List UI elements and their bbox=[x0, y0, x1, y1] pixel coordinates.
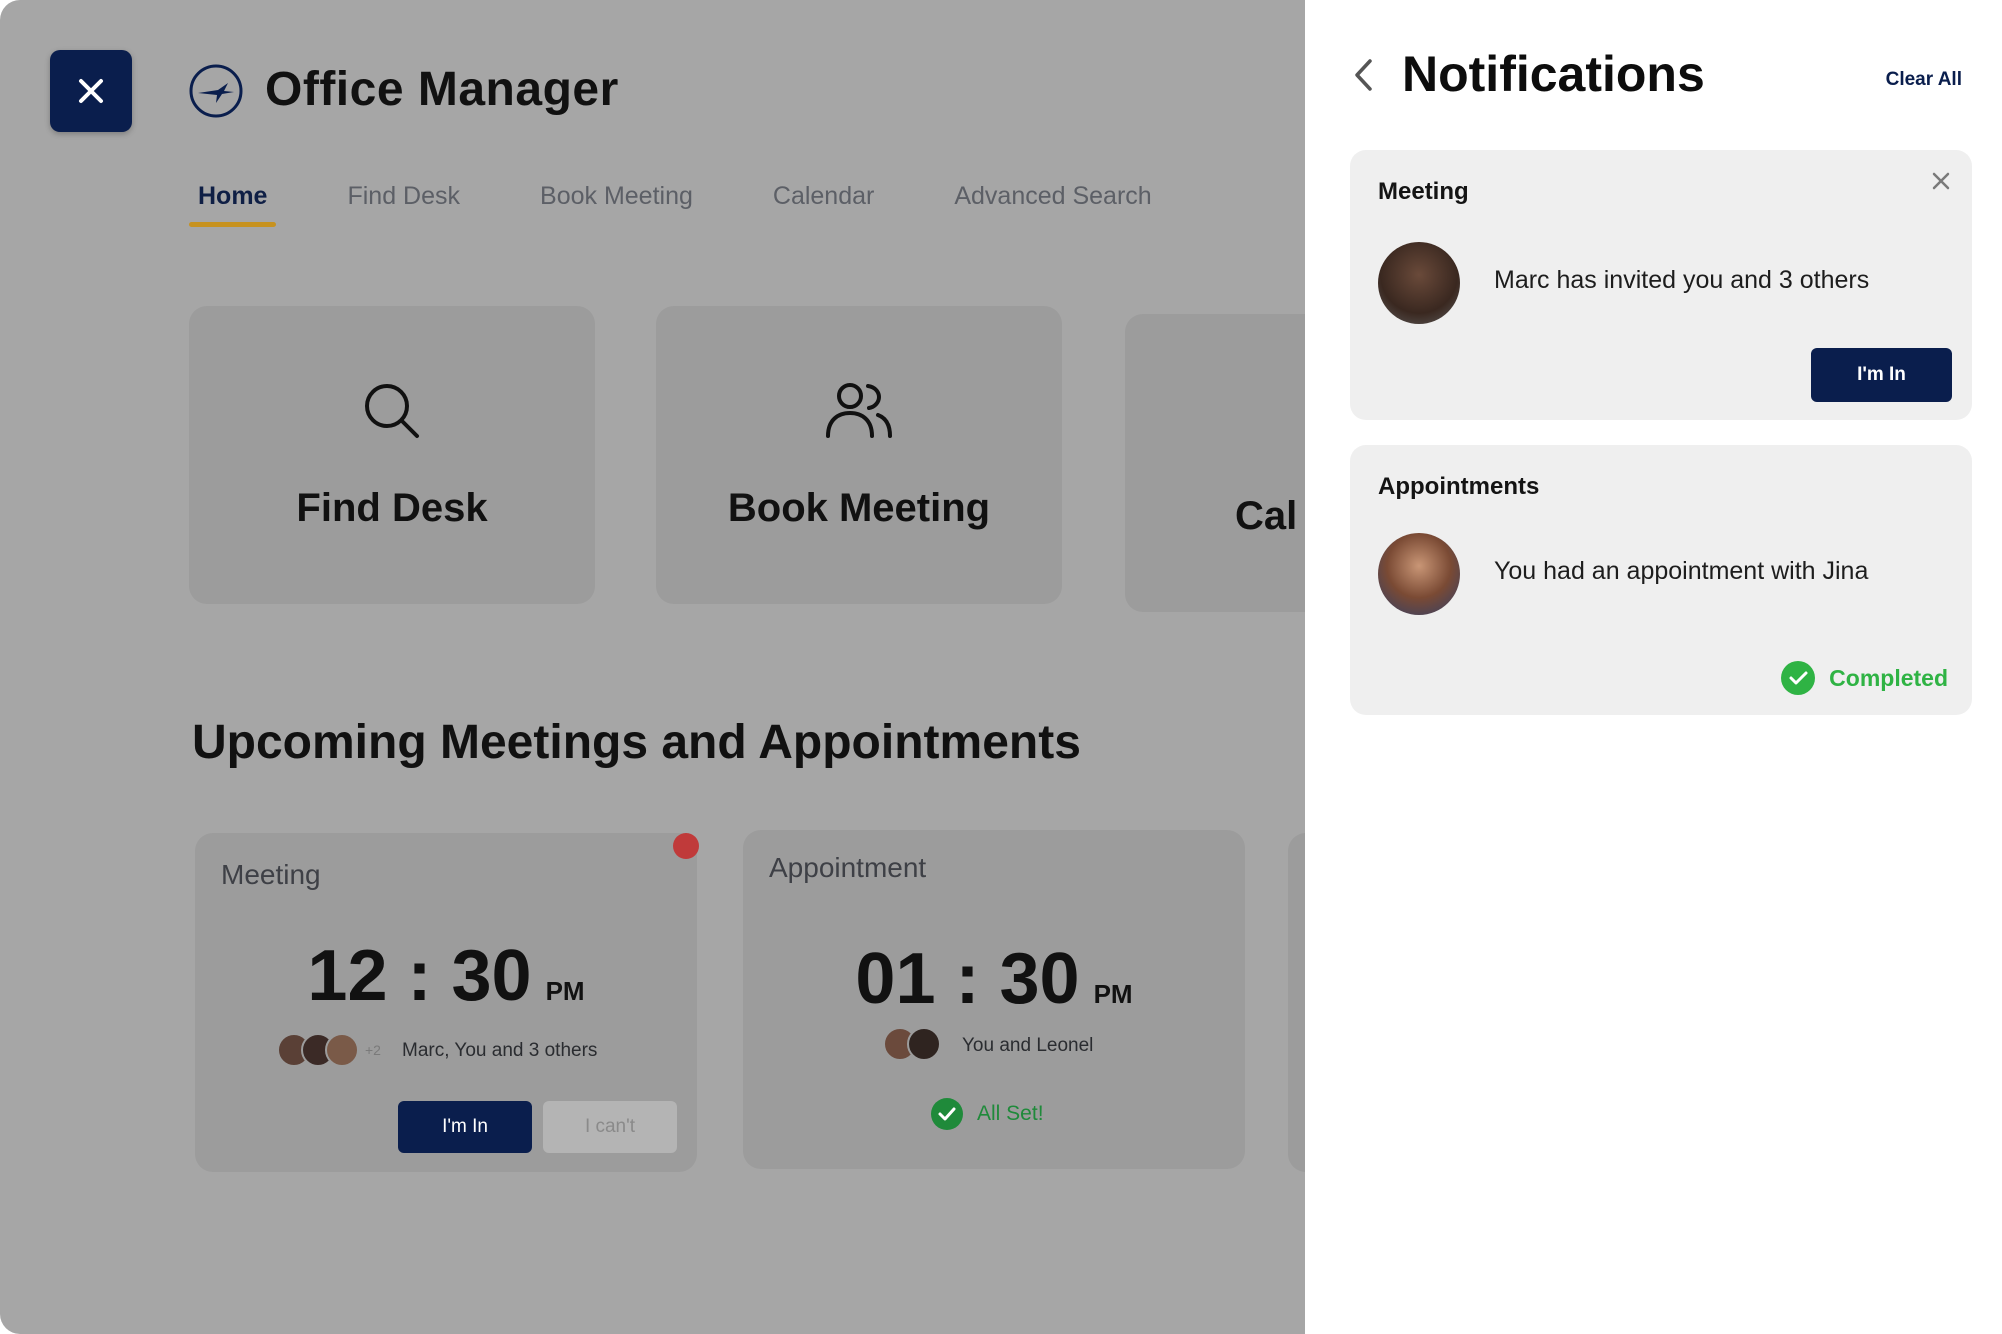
tab-home[interactable]: Home bbox=[189, 182, 277, 227]
next-card-peek bbox=[1288, 833, 1305, 1172]
meeting-time: 12 : 30 PM bbox=[195, 935, 697, 1017]
time-ampm: PM bbox=[1093, 979, 1133, 1009]
section-title: Upcoming Meetings and Appointments bbox=[192, 716, 1081, 769]
status-label: All Set! bbox=[977, 1102, 1044, 1125]
main-nav: Home Find Desk Book Meeting Calendar Adv… bbox=[189, 182, 1223, 227]
status-label: Completed bbox=[1829, 664, 1948, 691]
avatar bbox=[1378, 242, 1460, 324]
unread-indicator bbox=[673, 833, 699, 859]
notification-text: Marc has invited you and 3 others bbox=[1494, 266, 1870, 294]
check-circle-icon bbox=[1781, 661, 1816, 695]
dimmed-app-background: Office Manager Home Find Desk Book Meeti… bbox=[0, 0, 1305, 1334]
participant-avatars bbox=[883, 1027, 941, 1061]
tile-label: Cal bbox=[1235, 494, 1298, 538]
card-type: Appointment bbox=[769, 852, 927, 883]
participants-text: You and Leonel bbox=[962, 1035, 1094, 1056]
find-desk-tile[interactable]: Find Desk bbox=[189, 306, 595, 604]
tile-label: Find Desk bbox=[296, 486, 488, 530]
time-value: 12 : 30 bbox=[307, 936, 532, 1016]
notifications-panel: Notifications Clear All Meeting Marc has… bbox=[1305, 0, 2002, 1334]
check-circle-icon bbox=[931, 1098, 963, 1130]
participant-avatars: +2 bbox=[277, 1033, 381, 1067]
im-in-button[interactable]: I'm In bbox=[1811, 348, 1952, 402]
close-icon[interactable] bbox=[1932, 172, 1950, 190]
avatar bbox=[907, 1027, 941, 1061]
avatar bbox=[325, 1033, 359, 1067]
close-overlay-button[interactable] bbox=[50, 50, 132, 132]
im-in-button[interactable]: I'm In bbox=[398, 1101, 532, 1153]
time-value: 01 : 30 bbox=[855, 939, 1080, 1019]
chevron-left-icon[interactable] bbox=[1352, 57, 1374, 93]
panel-title: Notifications bbox=[1402, 46, 1705, 102]
app-title: Office Manager bbox=[265, 63, 619, 116]
tab-book-meeting[interactable]: Book Meeting bbox=[531, 182, 702, 221]
tab-advanced-search[interactable]: Advanced Search bbox=[945, 182, 1160, 221]
i-cant-button[interactable]: I can't bbox=[543, 1101, 677, 1153]
notification-appointment: Appointments You had an appointment with… bbox=[1350, 445, 1972, 715]
avatar bbox=[1378, 533, 1460, 615]
notification-meeting: Meeting Marc has invited you and 3 other… bbox=[1350, 150, 1972, 420]
notification-title: Appointments bbox=[1378, 473, 1540, 500]
book-meeting-tile[interactable]: Book Meeting bbox=[656, 306, 1062, 604]
time-ampm: PM bbox=[545, 976, 585, 1006]
appointment-time: 01 : 30 PM bbox=[743, 938, 1245, 1020]
notification-text: You had an appointment with Jina bbox=[1494, 557, 1869, 585]
search-icon bbox=[365, 384, 419, 438]
calendar-tile[interactable]: Cal bbox=[1125, 314, 1305, 612]
tab-calendar[interactable]: Calendar bbox=[764, 182, 883, 221]
crane-logo-icon bbox=[189, 64, 243, 118]
users-icon bbox=[826, 383, 892, 438]
notification-status: Completed bbox=[1781, 661, 1948, 695]
meeting-card: Meeting 12 : 30 PM +2 Marc, You and 3 oth… bbox=[195, 833, 697, 1172]
participants-text: Marc, You and 3 others bbox=[402, 1040, 598, 1061]
notification-title: Meeting bbox=[1378, 178, 1469, 205]
extra-participants-count: +2 bbox=[365, 1042, 381, 1058]
clear-all-link[interactable]: Clear All bbox=[1886, 69, 1962, 91]
card-type: Meeting bbox=[221, 859, 321, 890]
close-icon bbox=[79, 79, 103, 103]
tab-find-desk[interactable]: Find Desk bbox=[338, 182, 469, 221]
appointment-card: Appointment 01 : 30 PM You and Leonel All… bbox=[743, 830, 1245, 1169]
appointment-status: All Set! bbox=[931, 1098, 1044, 1130]
tile-label: Book Meeting bbox=[727, 486, 991, 530]
